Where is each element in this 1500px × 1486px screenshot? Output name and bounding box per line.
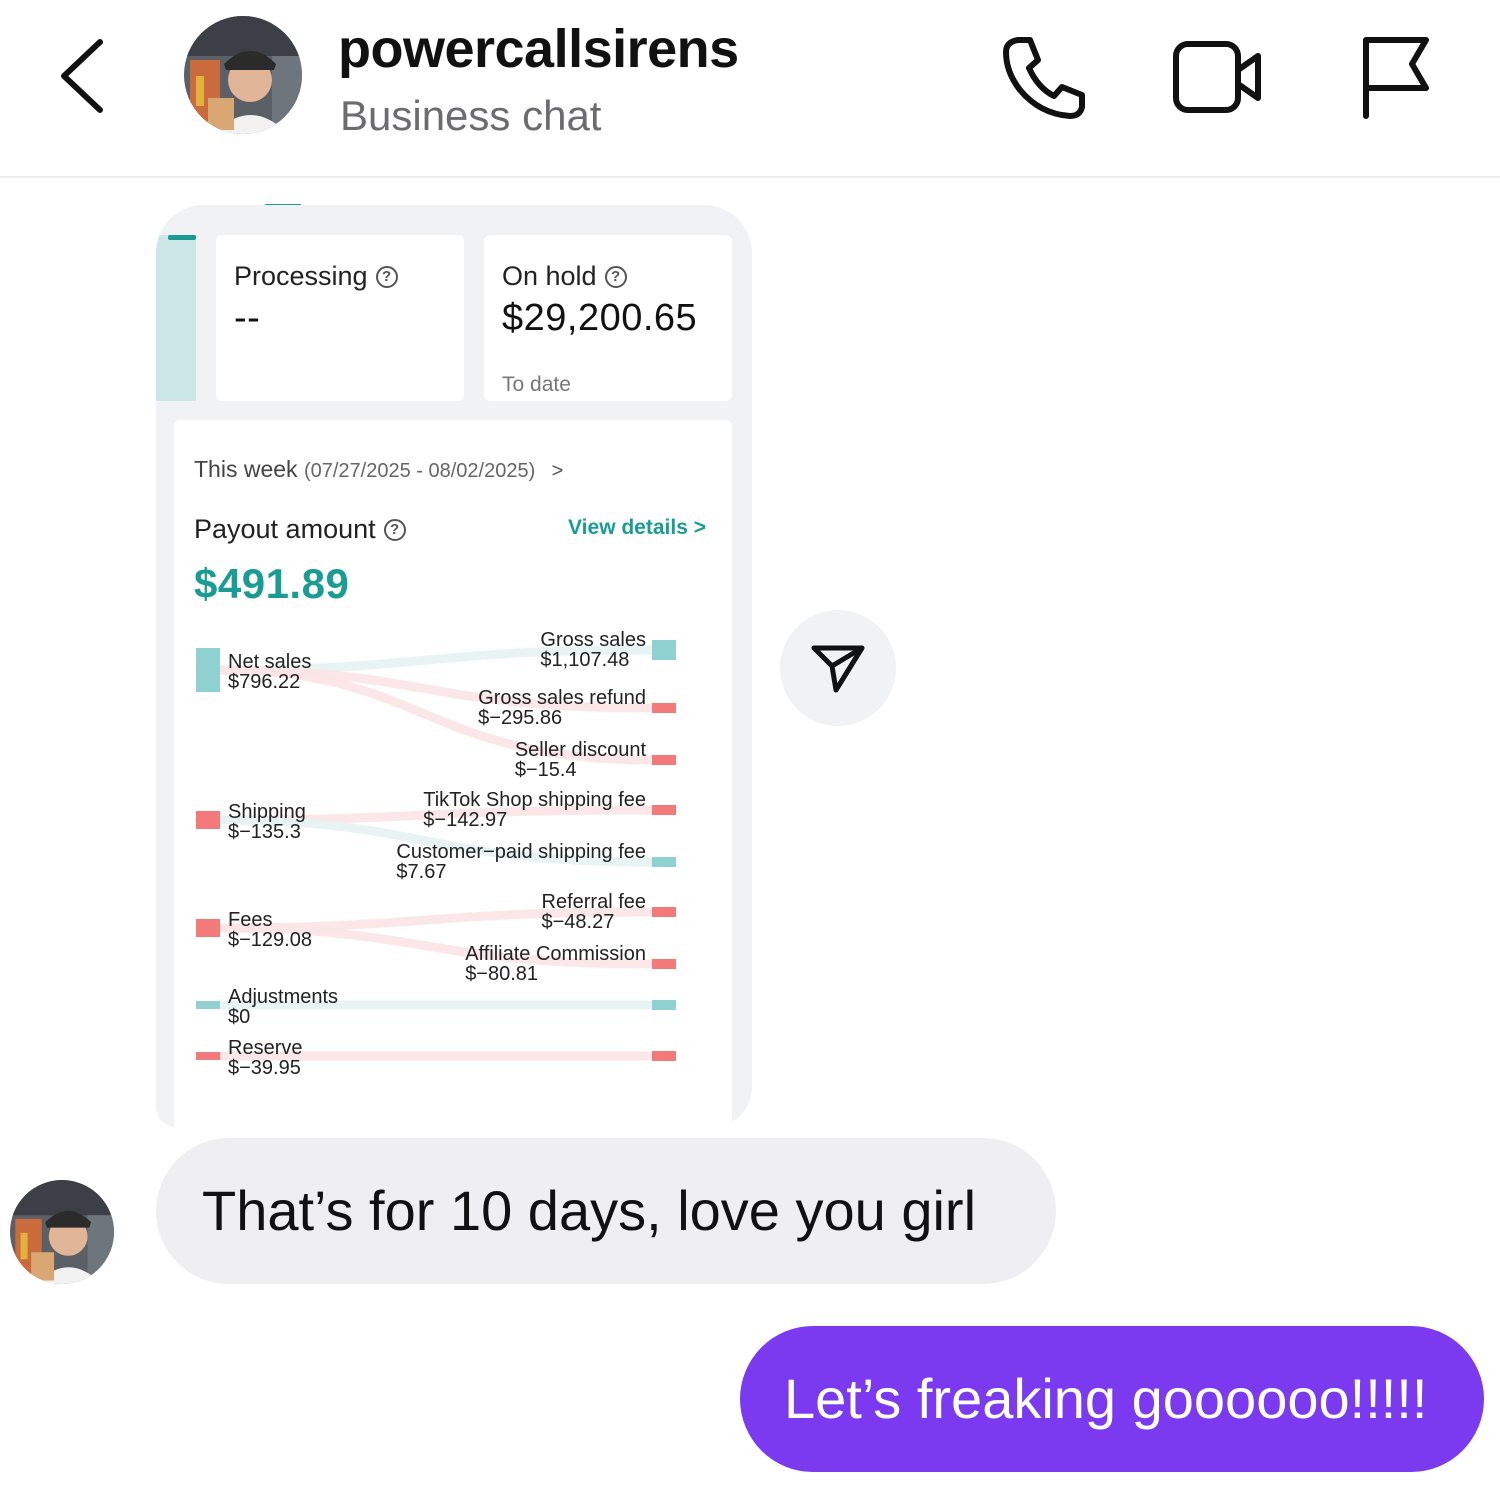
sankey-target-node	[652, 755, 676, 765]
sankey-source-label: Adjustments	[228, 986, 338, 1008]
sankey-target-label: Referral fee	[542, 891, 647, 913]
week-label: This week	[194, 456, 298, 482]
shared-screenshot[interactable]: Processing ? -- On hold ? $29,200.65 To …	[156, 205, 752, 1127]
processing-tile: Processing ? --	[216, 235, 464, 401]
sankey-source-value: $−135.3	[228, 821, 301, 843]
sankey-target-label: Gross sales	[540, 630, 646, 651]
sankey-target-value: $−295.86	[478, 707, 562, 729]
payout-amount: $491.89	[194, 560, 350, 607]
sankey-target-label: Customer−paid shipping fee	[396, 841, 646, 863]
chat-username[interactable]: powercallsirens	[338, 18, 739, 80]
sankey-target-node	[652, 1000, 676, 1010]
sankey-target-node	[652, 703, 676, 713]
week-dates: (07/27/2025 - 08/02/2025)	[303, 460, 536, 482]
card-side-strip	[156, 235, 196, 401]
sankey-source-node	[196, 919, 220, 937]
chat-subtitle: Business chat	[340, 92, 602, 139]
sankey-target-node	[652, 640, 676, 660]
chevron-right-icon: >	[551, 460, 564, 482]
flag-icon[interactable]	[1352, 30, 1448, 126]
sankey-target-node	[652, 1051, 676, 1061]
sankey-source-value: $796.22	[228, 671, 300, 693]
view-details-link: View details >	[568, 516, 706, 539]
sankey-target-value: $1,107.48	[540, 649, 629, 671]
sankey-source-label: Shipping	[228, 801, 306, 823]
sankey-source-label: Reserve	[228, 1037, 302, 1059]
on-hold-sub: To date	[502, 373, 571, 396]
on-hold-tile: On hold ? $29,200.65 To date	[484, 235, 732, 401]
help-icon: ?	[604, 265, 627, 288]
sankey-source-value: $−129.08	[228, 929, 312, 951]
sankey-target-label: TikTok Shop shipping fee	[423, 789, 646, 811]
payout-panel: This week (07/27/2025 - 08/02/2025) > Pa…	[174, 420, 732, 1127]
sankey-target-node	[652, 805, 676, 815]
sankey-source-node	[196, 1052, 220, 1060]
sankey-target-node	[652, 959, 676, 969]
on-hold-value: $29,200.65	[502, 297, 698, 339]
sankey-target-value: $7.67	[396, 861, 446, 883]
sankey-source-node	[196, 811, 220, 829]
forward-button[interactable]	[780, 610, 896, 726]
sankey-target-label: Gross sales refund	[478, 687, 646, 709]
on-hold-label: On hold	[502, 261, 597, 291]
sankey-target-value: $−15.4	[515, 759, 577, 781]
video-camera-icon[interactable]	[1170, 30, 1266, 126]
help-icon: ?	[383, 518, 406, 541]
payout-label: Payout amount	[194, 514, 376, 544]
sankey-target-node	[652, 857, 676, 867]
chat-header: powercallsirens Business chat	[0, 0, 1500, 178]
sankey-target-node	[652, 907, 676, 917]
payout-sankey-chart: Net sales$796.22 Shipping$−135.3 Fees$−129…	[196, 630, 676, 1079]
sender-avatar[interactable]	[10, 1180, 114, 1284]
sankey-source-node	[196, 648, 220, 692]
sankey-target-label: Seller discount	[515, 739, 647, 761]
outgoing-message[interactable]: Let’s freaking goooooo!!!!!	[740, 1326, 1484, 1472]
sankey-source-label: Fees	[228, 909, 272, 931]
sankey-source-node	[196, 1001, 220, 1009]
processing-value: --	[234, 297, 261, 339]
sankey-target-value: $−142.97	[423, 809, 507, 831]
week-range: This week (07/27/2025 - 08/02/2025) >	[194, 456, 563, 483]
send-icon	[811, 645, 865, 693]
sankey-target-label: Affiliate Commission	[465, 943, 646, 965]
sankey-target-value: $−48.27	[542, 911, 615, 933]
chevron-left-icon[interactable]	[52, 38, 112, 114]
chevron-right-icon: >	[693, 516, 706, 539]
help-icon: ?	[375, 265, 398, 288]
processing-label: Processing	[234, 261, 368, 291]
sankey-source-value: $0	[228, 1006, 250, 1028]
sankey-source-label: Net sales	[228, 651, 311, 673]
sankey-source-value: $−39.95	[228, 1057, 301, 1079]
avatar[interactable]	[184, 16, 302, 134]
sankey-target-value: $−80.81	[465, 963, 538, 985]
incoming-message[interactable]: That’s for 10 days, love you girl	[156, 1138, 1056, 1284]
phone-icon[interactable]	[996, 30, 1092, 126]
